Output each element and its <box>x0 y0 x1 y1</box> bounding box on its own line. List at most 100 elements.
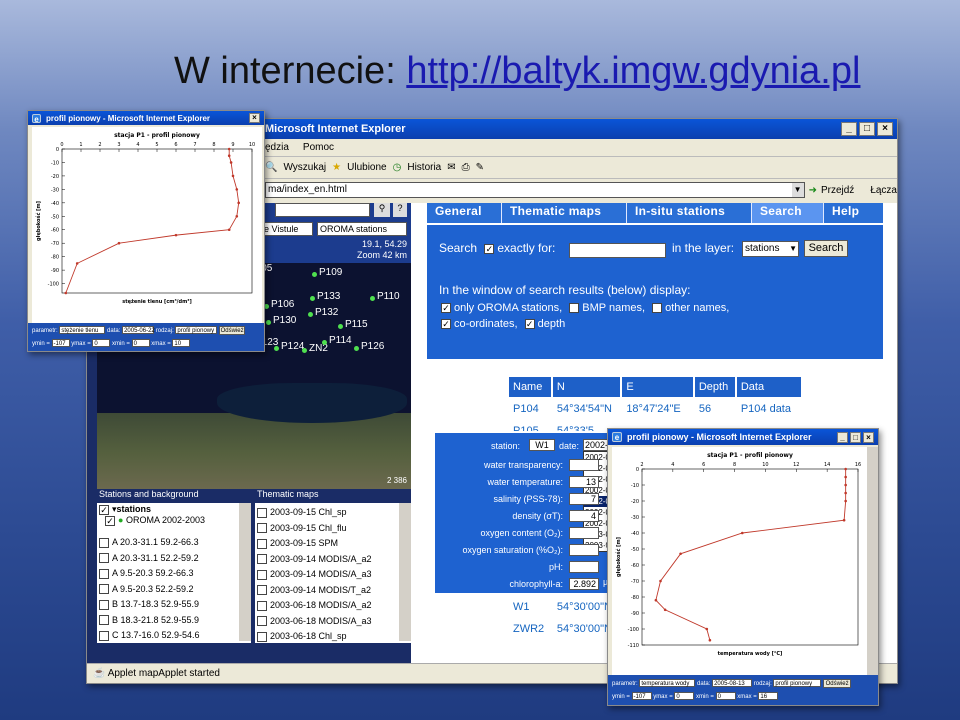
station-marker[interactable] <box>354 346 359 351</box>
station-label[interactable]: P109 <box>319 267 342 278</box>
option-oroma-checkbox[interactable]: ✓ <box>441 303 451 314</box>
popup2-xmax-input[interactable]: 16 <box>758 692 779 700</box>
popup2-maximize-button[interactable]: □ <box>850 431 861 443</box>
station-input[interactable]: W1 <box>529 439 555 451</box>
popup2-close-button[interactable]: × <box>863 431 874 443</box>
results-cell[interactable]: ZWR2 <box>507 617 553 641</box>
minimize-button[interactable]: _ <box>841 122 857 136</box>
option-bmp-checkbox[interactable] <box>569 303 580 314</box>
station-marker[interactable] <box>308 312 313 317</box>
region-select[interactable]: e Vistule <box>261 222 313 236</box>
popup1-close-button[interactable]: × <box>249 113 260 123</box>
station-marker[interactable] <box>370 296 375 301</box>
popup2-type-select[interactable]: profil pionowy <box>773 679 822 687</box>
results-cell[interactable]: W1 <box>507 595 553 619</box>
station-label[interactable]: P132 <box>315 307 338 318</box>
print-icon[interactable]: ⎙ <box>462 157 470 179</box>
popup2-ymax-input[interactable]: 0 <box>674 692 695 700</box>
address-dropdown-icon[interactable]: ▼ <box>791 183 804 197</box>
tab-search[interactable]: Search <box>752 203 824 223</box>
search-layer-select[interactable]: stations ▼ <box>742 241 799 257</box>
station-label[interactable]: P126 <box>361 341 384 352</box>
address-input[interactable]: ma/index_en.html ▼ <box>265 182 805 198</box>
form-field-input[interactable] <box>569 561 599 573</box>
station-label[interactable]: P115 <box>345 319 368 330</box>
option-coords-checkbox[interactable]: ✓ <box>441 319 451 330</box>
popup1-param-select[interactable]: stężenie tlenu <box>59 326 106 334</box>
favorites-button[interactable]: Ulubione <box>347 157 386 179</box>
stations-list-checkbox[interactable] <box>99 537 109 548</box>
history-button[interactable]: Historia <box>407 157 441 179</box>
station-marker[interactable] <box>274 346 279 351</box>
popup2-ymin-input[interactable]: -107 <box>631 692 652 700</box>
maps-list-item[interactable]: 2003-09-15 Chl_flu <box>257 521 397 537</box>
maps-list-item[interactable]: 2003-09-14 MODIS/T_a2 <box>257 583 397 599</box>
maps-list-checkbox[interactable] <box>257 600 267 611</box>
stations-list-item[interactable]: A 9.5-20.3 59.2-66.3 <box>99 566 237 582</box>
close-button[interactable]: × <box>877 122 893 136</box>
maps-list-checkbox[interactable] <box>257 523 267 534</box>
popup1-xmax-input[interactable]: 10 <box>172 339 191 347</box>
place-search-input[interactable] <box>275 203 370 217</box>
form-field-input[interactable] <box>569 459 599 471</box>
station-label[interactable]: P133 <box>317 291 340 302</box>
stations-scrollbar[interactable] <box>239 503 251 641</box>
links-label[interactable]: Łącza <box>870 185 897 196</box>
maps-list-checkbox[interactable] <box>257 569 267 580</box>
history-icon[interactable]: ◷ <box>393 157 402 179</box>
stations-list-checkbox[interactable] <box>99 630 109 641</box>
maps-list-item[interactable]: 2003-06-18 MODIS/A_a3 <box>257 614 397 630</box>
search-toolbar-button[interactable]: Wyszukaj <box>283 157 326 179</box>
menu-item-tools[interactable]: ędzia <box>265 139 289 156</box>
menu-item-help[interactable]: Pomoc <box>303 139 334 156</box>
form-field-input[interactable] <box>569 527 599 539</box>
form-field-input[interactable]: 2.892 <box>569 578 599 590</box>
maps-list-item[interactable]: 2003-09-14 MODIS/A_a2 <box>257 552 397 568</box>
maps-list-checkbox[interactable] <box>257 538 267 549</box>
go-button[interactable]: Przejdź <box>821 185 854 196</box>
popup2-xmin-input[interactable]: 0 <box>715 692 736 700</box>
help-icon[interactable]: ? <box>393 203 407 217</box>
stations-list-item[interactable]: A 9.5-20.3 52.2-59.2 <box>99 582 237 598</box>
maps-list-item[interactable]: 2003-06-18 Chl_sp <box>257 629 397 645</box>
option-depth-checkbox[interactable]: ✓ <box>524 319 535 330</box>
station-label[interactable]: P106 <box>271 299 294 310</box>
search-button[interactable]: Search <box>804 240 848 257</box>
station-marker[interactable] <box>338 324 343 329</box>
maps-scrollbar[interactable] <box>399 503 411 641</box>
mail-icon[interactable]: ✉ <box>447 157 455 179</box>
maps-list-checkbox[interactable] <box>257 507 267 518</box>
popup2-date-select[interactable]: 2005-08-13 <box>712 679 753 687</box>
stations-list-checkbox[interactable] <box>99 568 109 579</box>
popup1-ymax-input[interactable]: 0 <box>92 339 111 347</box>
stations-list-checkbox[interactable] <box>99 615 109 626</box>
edit-icon[interactable]: ✎ <box>476 157 484 179</box>
go-icon[interactable]: ➜ <box>809 185 817 196</box>
popup1-xmin-input[interactable]: 0 <box>131 339 150 347</box>
popup1-date-select[interactable]: 2005-06-22 <box>122 326 155 334</box>
popup1-refresh-button[interactable]: Odśwież <box>219 326 246 335</box>
maps-list-item[interactable]: 2003-09-14 MODIS/A_a3 <box>257 567 397 583</box>
station-label[interactable]: P110 <box>377 291 400 302</box>
maps-list-item[interactable]: 2003-06-18 MODIS/A_a2 <box>257 598 397 614</box>
form-field-input[interactable]: 7 <box>569 493 599 505</box>
popup2-minimize-button[interactable]: _ <box>837 431 848 443</box>
tab-help[interactable]: Help <box>824 203 883 223</box>
form-field-input[interactable]: 13 <box>569 476 599 488</box>
form-field-input[interactable] <box>569 544 599 556</box>
search-icon[interactable]: 🔍 <box>265 157 277 179</box>
stations-list-checkbox[interactable] <box>99 553 109 564</box>
maps-list-checkbox[interactable] <box>257 585 267 596</box>
stations-list-checkbox[interactable] <box>99 584 109 595</box>
binoculars-icon[interactable]: ⚲ <box>374 203 390 217</box>
station-marker[interactable] <box>310 296 315 301</box>
tab-thematic-maps[interactable]: Thematic maps <box>502 203 627 223</box>
stations-list-item[interactable]: A 20.3-31.1 52.2-59.2 <box>99 551 237 567</box>
station-label[interactable]: P130 <box>273 315 296 326</box>
station-marker[interactable] <box>302 348 307 353</box>
popup1-ymin-input[interactable]: -107 <box>51 339 70 347</box>
results-cell[interactable]: P104 <box>507 397 553 421</box>
stations-list-item[interactable]: B 13.7-18.3 52.9-55.9 <box>99 597 237 613</box>
stations-list-item[interactable]: B 18.3-21.8 52.9-55.9 <box>99 613 237 629</box>
maps-list-item[interactable]: 2003-09-15 Chl_sp <box>257 505 397 521</box>
